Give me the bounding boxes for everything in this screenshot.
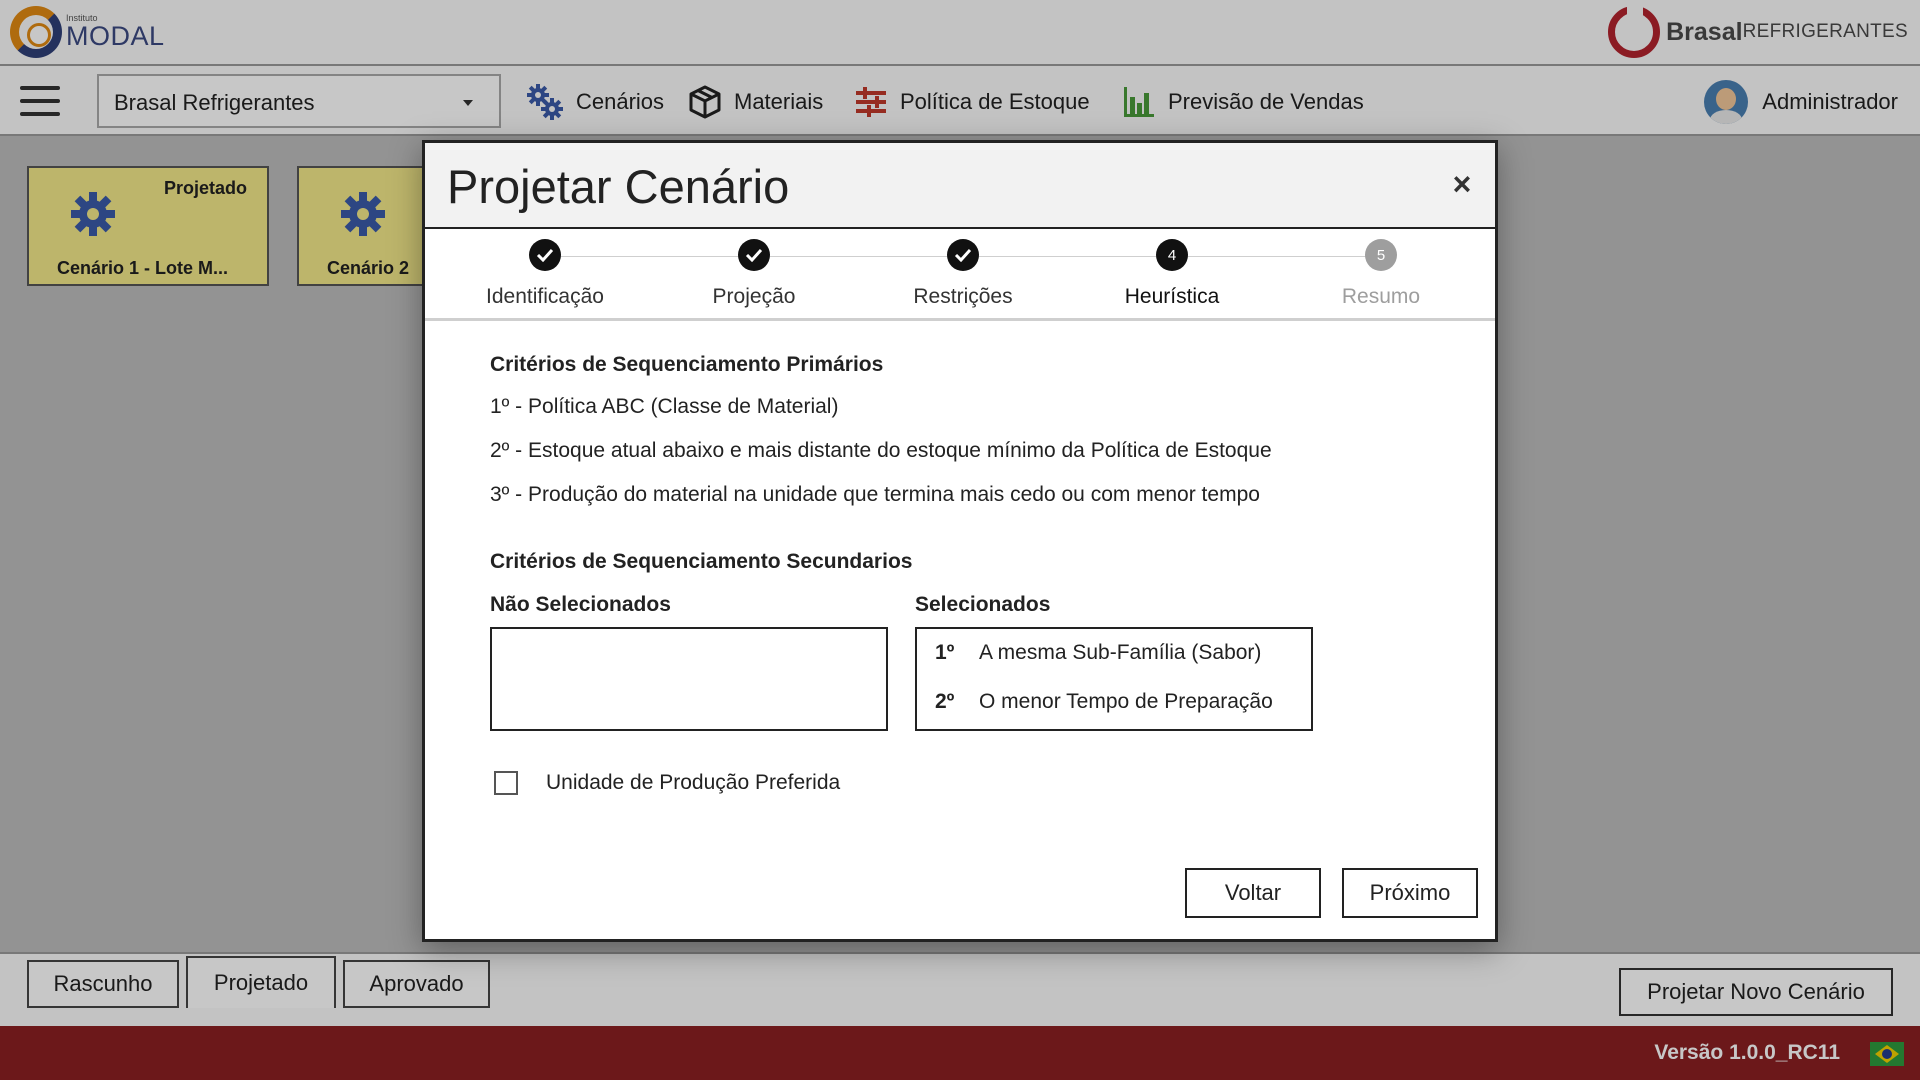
step-number: 4 [1156,239,1188,271]
selected-title: Selecionados [915,593,1051,616]
step-number: 5 [1365,239,1397,271]
step-resumo[interactable]: 5 Resumo [1291,239,1471,309]
step-projecao[interactable]: Projeção [664,239,844,309]
step-restricoes[interactable]: Restrições [873,239,1053,309]
not-selected-title: Não Selecionados [490,593,671,616]
dialog-body: Critérios de Sequenciamento Primários 1º… [490,353,1390,795]
step-label: Restrições [913,285,1013,308]
step-label: Resumo [1341,285,1421,308]
check-icon [529,239,561,271]
step-label: Heurística [1124,285,1220,308]
step-identificacao[interactable]: Identificação [455,239,635,309]
preferred-unit-checkbox[interactable] [494,771,518,795]
close-icon[interactable]: × [1447,168,1477,200]
step-label: Projeção [712,285,796,308]
list-item[interactable]: 1º A mesma Sub-Família (Sabor) [935,641,1261,665]
primary-criterion: 2º - Estoque atual abaixo e mais distant… [490,439,1272,462]
step-label: Identificação [486,285,604,308]
projetar-cenario-dialog: Projetar Cenário × Identificação Projeçã… [422,140,1498,942]
secondary-criteria-title: Critérios de Sequenciamento Secundarios [490,550,913,573]
checkbox-label: Unidade de Produção Preferida [546,771,841,794]
check-icon [947,239,979,271]
preferred-unit-option[interactable]: Unidade de Produção Preferida [490,771,840,795]
list-item[interactable]: 2º O menor Tempo de Preparação [935,690,1273,714]
check-icon [738,239,770,271]
next-button[interactable]: Próximo [1342,868,1478,918]
list-item-label: O menor Tempo de Preparação [979,690,1273,713]
primary-criteria-title: Critérios de Sequenciamento Primários [490,353,884,376]
dialog-header: Projetar Cenário × [425,143,1495,229]
list-item-order: 1º [935,641,955,664]
back-button[interactable]: Voltar [1185,868,1321,918]
dialog-title: Projetar Cenário [447,160,790,213]
selected-list[interactable]: 1º A mesma Sub-Família (Sabor) 2º O meno… [915,627,1313,731]
primary-criterion: 1º - Política ABC (Classe de Material) [490,395,839,418]
step-heuristica[interactable]: 4 Heurística [1082,239,1262,309]
not-selected-list[interactable] [490,627,888,731]
list-item-order: 2º [935,690,955,713]
list-item-label: A mesma Sub-Família (Sabor) [979,641,1262,664]
primary-criterion: 3º - Produção do material na unidade que… [490,483,1260,506]
wizard-stepper: Identificação Projeção Restrições 4 Heur… [425,229,1495,321]
